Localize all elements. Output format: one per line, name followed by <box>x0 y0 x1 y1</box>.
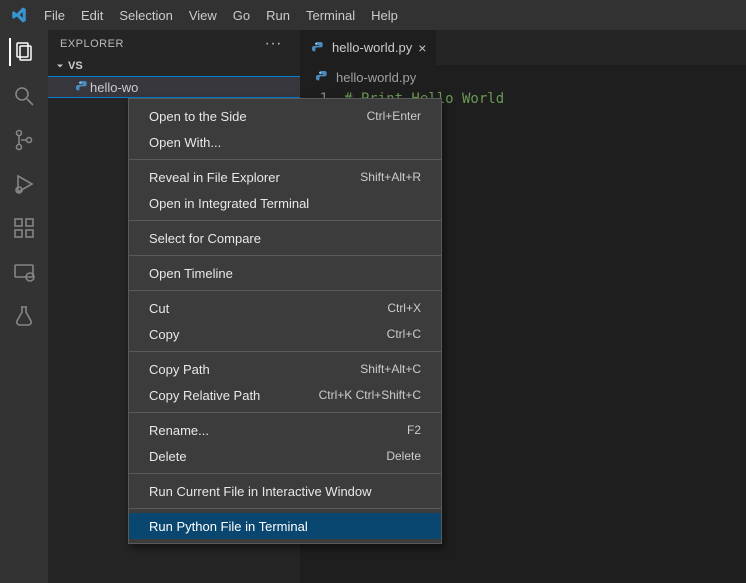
menu-edit[interactable]: Edit <box>73 0 111 30</box>
menu-item-shortcut: Ctrl+Enter <box>367 109 421 123</box>
menu-item-shortcut: Delete <box>386 449 421 463</box>
menu-item[interactable]: Reveal in File Explorer Shift+Alt+R <box>129 164 441 190</box>
sidebar-header: EXPLORER ··· <box>48 30 300 58</box>
breadcrumb-label: hello-world.py <box>336 70 416 85</box>
tab-label: hello-world.py <box>332 40 412 55</box>
tree-file-hello-world[interactable]: hello-wo <box>48 76 300 98</box>
menu-item-label: Run Python File in Terminal <box>149 519 308 534</box>
menu-help[interactable]: Help <box>363 0 406 30</box>
menu-separator <box>129 351 441 352</box>
menu-item[interactable]: Copy Path Shift+Alt+C <box>129 356 441 382</box>
menu-item[interactable]: Open in Integrated Terminal <box>129 190 441 216</box>
tab-hello-world[interactable]: hello-world.py × <box>300 30 437 65</box>
menu-item-shortcut: Ctrl+X <box>387 301 421 315</box>
menu-terminal[interactable]: Terminal <box>298 0 363 30</box>
extensions-icon[interactable] <box>10 214 38 242</box>
menu-item[interactable]: Select for Compare <box>129 225 441 251</box>
run-debug-icon[interactable] <box>10 170 38 198</box>
menu-item-label: Select for Compare <box>149 231 261 246</box>
source-control-icon[interactable] <box>10 126 38 154</box>
menu-item[interactable]: Run Current File in Interactive Window <box>129 478 441 504</box>
menu-item-shortcut: Ctrl+K Ctrl+Shift+C <box>319 388 421 402</box>
menu-item-label: Copy Relative Path <box>149 388 260 403</box>
menu-item-shortcut: Shift+Alt+R <box>360 170 421 184</box>
menu-separator <box>129 508 441 509</box>
menu-item[interactable]: Rename... F2 <box>129 417 441 443</box>
menu-item-label: Open Timeline <box>149 266 233 281</box>
context-menu: Open to the Side Ctrl+Enter Open With... Re… <box>128 98 442 544</box>
tree-root-label: VS <box>68 60 83 72</box>
menu-separator <box>129 255 441 256</box>
chevron-down-icon <box>54 60 66 72</box>
menu-item-label: Copy <box>149 327 179 342</box>
remote-icon[interactable] <box>10 258 38 286</box>
menu-item[interactable]: Open With... <box>129 129 441 155</box>
tree-file-label: hello-wo <box>90 80 138 95</box>
tree-root[interactable]: VS <box>48 58 300 76</box>
menu-item-label: Copy Path <box>149 362 210 377</box>
menu-item-label: Cut <box>149 301 169 316</box>
sidebar-more-icon[interactable]: ··· <box>265 40 288 48</box>
menu-run[interactable]: Run <box>258 0 298 30</box>
menu-item[interactable]: Run Python File in Terminal <box>129 513 441 539</box>
menu-separator <box>129 473 441 474</box>
menu-view[interactable]: View <box>181 0 225 30</box>
menu-separator <box>129 220 441 221</box>
vscode-logo-icon <box>10 6 28 24</box>
menu-item[interactable]: Open to the Side Ctrl+Enter <box>129 103 441 129</box>
menu-separator <box>129 290 441 291</box>
menu-file[interactable]: File <box>36 0 73 30</box>
python-file-icon <box>310 40 326 56</box>
menu-selection[interactable]: Selection <box>111 0 180 30</box>
menu-item-shortcut: Shift+Alt+C <box>360 362 421 376</box>
tab-bar: hello-world.py × <box>300 30 746 65</box>
search-icon[interactable] <box>10 82 38 110</box>
menu-item-label: Open With... <box>149 135 221 150</box>
menu-go[interactable]: Go <box>225 0 258 30</box>
menu-item-label: Run Current File in Interactive Window <box>149 484 372 499</box>
menu-item[interactable]: Copy Ctrl+C <box>129 321 441 347</box>
menu-separator <box>129 412 441 413</box>
menu-separator <box>129 159 441 160</box>
explorer-icon[interactable] <box>9 38 37 66</box>
menu-item[interactable]: Cut Ctrl+X <box>129 295 441 321</box>
menu-item-label: Delete <box>149 449 187 464</box>
menu-item-shortcut: F2 <box>407 423 421 437</box>
menubar: File Edit Selection View Go Run Terminal… <box>0 0 746 30</box>
sidebar-title: EXPLORER <box>60 38 124 50</box>
menu-item-label: Rename... <box>149 423 209 438</box>
python-file-icon <box>74 79 90 95</box>
menu-item-label: Open in Integrated Terminal <box>149 196 309 211</box>
menu-item[interactable]: Open Timeline <box>129 260 441 286</box>
menu-item-shortcut: Ctrl+C <box>387 327 421 341</box>
activity-bar <box>0 30 48 583</box>
breadcrumb[interactable]: hello-world.py <box>300 65 746 89</box>
python-file-icon <box>314 69 330 85</box>
menu-item-label: Open to the Side <box>149 109 247 124</box>
menu-item[interactable]: Delete Delete <box>129 443 441 469</box>
menu-item[interactable]: Copy Relative Path Ctrl+K Ctrl+Shift+C <box>129 382 441 408</box>
menu-item-label: Reveal in File Explorer <box>149 170 280 185</box>
close-icon[interactable]: × <box>418 40 426 56</box>
testing-icon[interactable] <box>10 302 38 330</box>
